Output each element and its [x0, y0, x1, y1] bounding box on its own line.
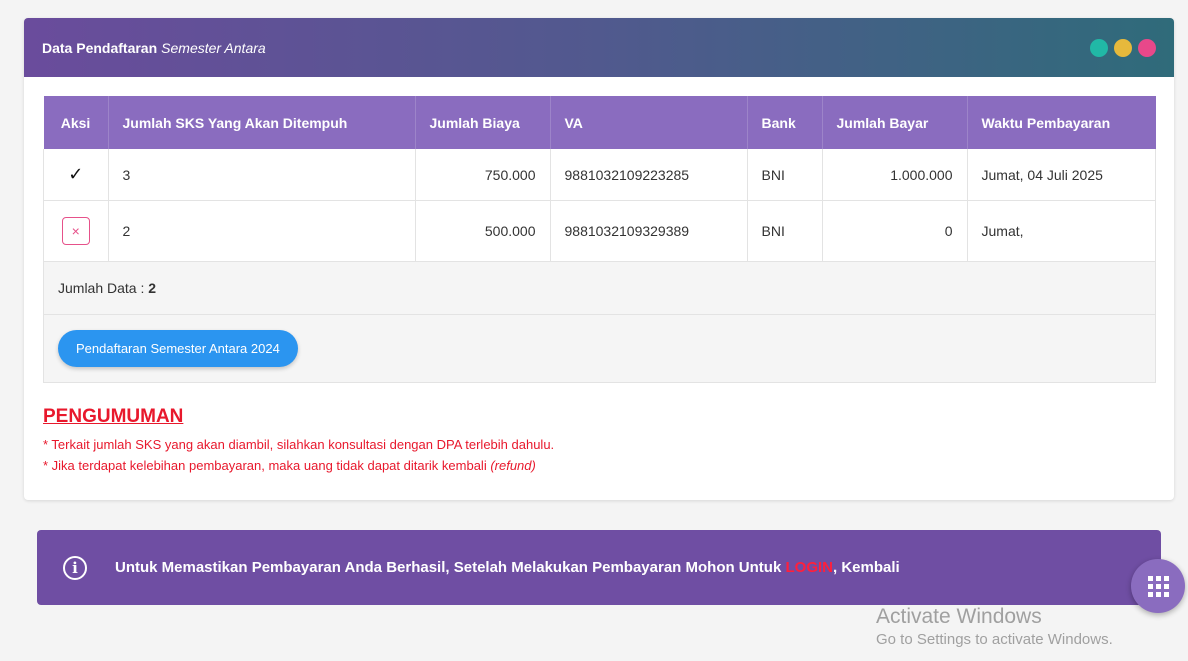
row-bank: BNI: [747, 200, 823, 262]
col-bayar: Jumlah Bayar: [822, 96, 968, 149]
col-bank: Bank: [747, 96, 823, 149]
announcement-line-2-text: * Jika terdapat kelebihan pembayaran, ma…: [43, 458, 491, 473]
data-count: Jumlah Data : 2: [43, 261, 1156, 315]
close-icon[interactable]: ×: [61, 217, 90, 245]
row-waktu: Jumat, 04 Juli 2025: [967, 149, 1156, 201]
login-link[interactable]: LOGIN: [785, 559, 833, 576]
registration-table-wrap: Aksi Jumlah SKS Yang Akan Ditempuh Jumla…: [43, 96, 1156, 383]
col-va: VA: [550, 96, 748, 149]
announcement-line-2: * Jika terdapat kelebihan pembayaran, ma…: [43, 455, 554, 476]
info-icon: i: [63, 555, 87, 580]
table-header-row: Aksi Jumlah SKS Yang Akan Ditempuh Jumla…: [43, 96, 1156, 149]
row-va: 9881032109223285: [550, 149, 748, 201]
registration-table: Aksi Jumlah SKS Yang Akan Ditempuh Jumla…: [43, 96, 1156, 383]
dot-pink: [1138, 38, 1156, 57]
info-text-after: , Kembali: [832, 559, 900, 576]
row-biaya: 750.000: [415, 149, 551, 201]
dot-yellow: [1114, 38, 1132, 57]
registration-card: Data Pendaftaran Semester Antara Aksi Jum…: [24, 18, 1174, 500]
announcement: PENGUMUMAN * Terkait jumlah SKS yang aka…: [43, 406, 554, 476]
info-bar: i Untuk Memastikan Pembayaran Anda Berha…: [37, 530, 1161, 605]
row-bayar: 0: [822, 200, 968, 262]
watermark-line-2: Go to Settings to activate Windows.: [876, 631, 1113, 648]
windows-activation-watermark: Activate Windows Go to Settings to activ…: [876, 605, 1113, 648]
row-sks: 2: [108, 200, 416, 262]
col-aksi: Aksi: [43, 96, 109, 149]
watermark-line-1: Activate Windows: [876, 605, 1042, 628]
register-semester-button[interactable]: Pendaftaran Semester Antara 2024: [58, 330, 298, 367]
grid-menu-icon: [1147, 575, 1169, 597]
info-text-before: Untuk Memastikan Pembayaran Anda Berhasi…: [115, 559, 786, 576]
announcement-title: PENGUMUMAN: [43, 406, 184, 427]
table-row: ✓ 3 750.000 9881032109223285 BNI 1.000.0…: [43, 149, 1156, 201]
table-row: × 2 500.000 9881032109329389 BNI 0 Jumat…: [43, 200, 1156, 262]
row-bayar: 1.000.000: [822, 149, 968, 201]
header-dots: [1090, 38, 1156, 57]
announcement-line-1: * Terkait jumlah SKS yang akan diambil, …: [43, 437, 555, 452]
row-action: ×: [43, 200, 109, 262]
announcement-refund: (refund): [490, 458, 536, 473]
col-sks: Jumlah SKS Yang Akan Ditempuh: [108, 96, 416, 149]
row-action: ✓: [43, 149, 109, 201]
data-count-label: Jumlah Data :: [58, 280, 149, 296]
dot-teal: [1090, 38, 1108, 57]
col-biaya: Jumlah Biaya: [415, 96, 551, 149]
card-title-main: Data Pendaftaran: [42, 39, 158, 56]
card-header: Data Pendaftaran Semester Antara: [24, 18, 1174, 77]
button-cell: Pendaftaran Semester Antara 2024: [43, 314, 1156, 383]
col-waktu: Waktu Pembayaran: [967, 96, 1156, 149]
row-waktu: Jumat,: [967, 200, 1156, 262]
row-sks: 3: [108, 149, 416, 201]
table-count-row: Jumlah Data : 2: [43, 261, 1156, 315]
check-icon: ✓: [68, 164, 84, 184]
card-title: Data Pendaftaran Semester Antara: [42, 40, 1090, 56]
row-bank: BNI: [747, 149, 823, 201]
row-biaya: 500.000: [415, 200, 551, 262]
table-button-row: Pendaftaran Semester Antara 2024: [43, 314, 1156, 383]
grid-menu-button[interactable]: [1131, 559, 1185, 613]
data-count-value: 2: [148, 280, 157, 296]
info-text: Untuk Memastikan Pembayaran Anda Berhasi…: [115, 559, 900, 576]
card-title-sub: Semester Antara: [161, 39, 266, 56]
row-va: 9881032109329389: [550, 200, 748, 262]
